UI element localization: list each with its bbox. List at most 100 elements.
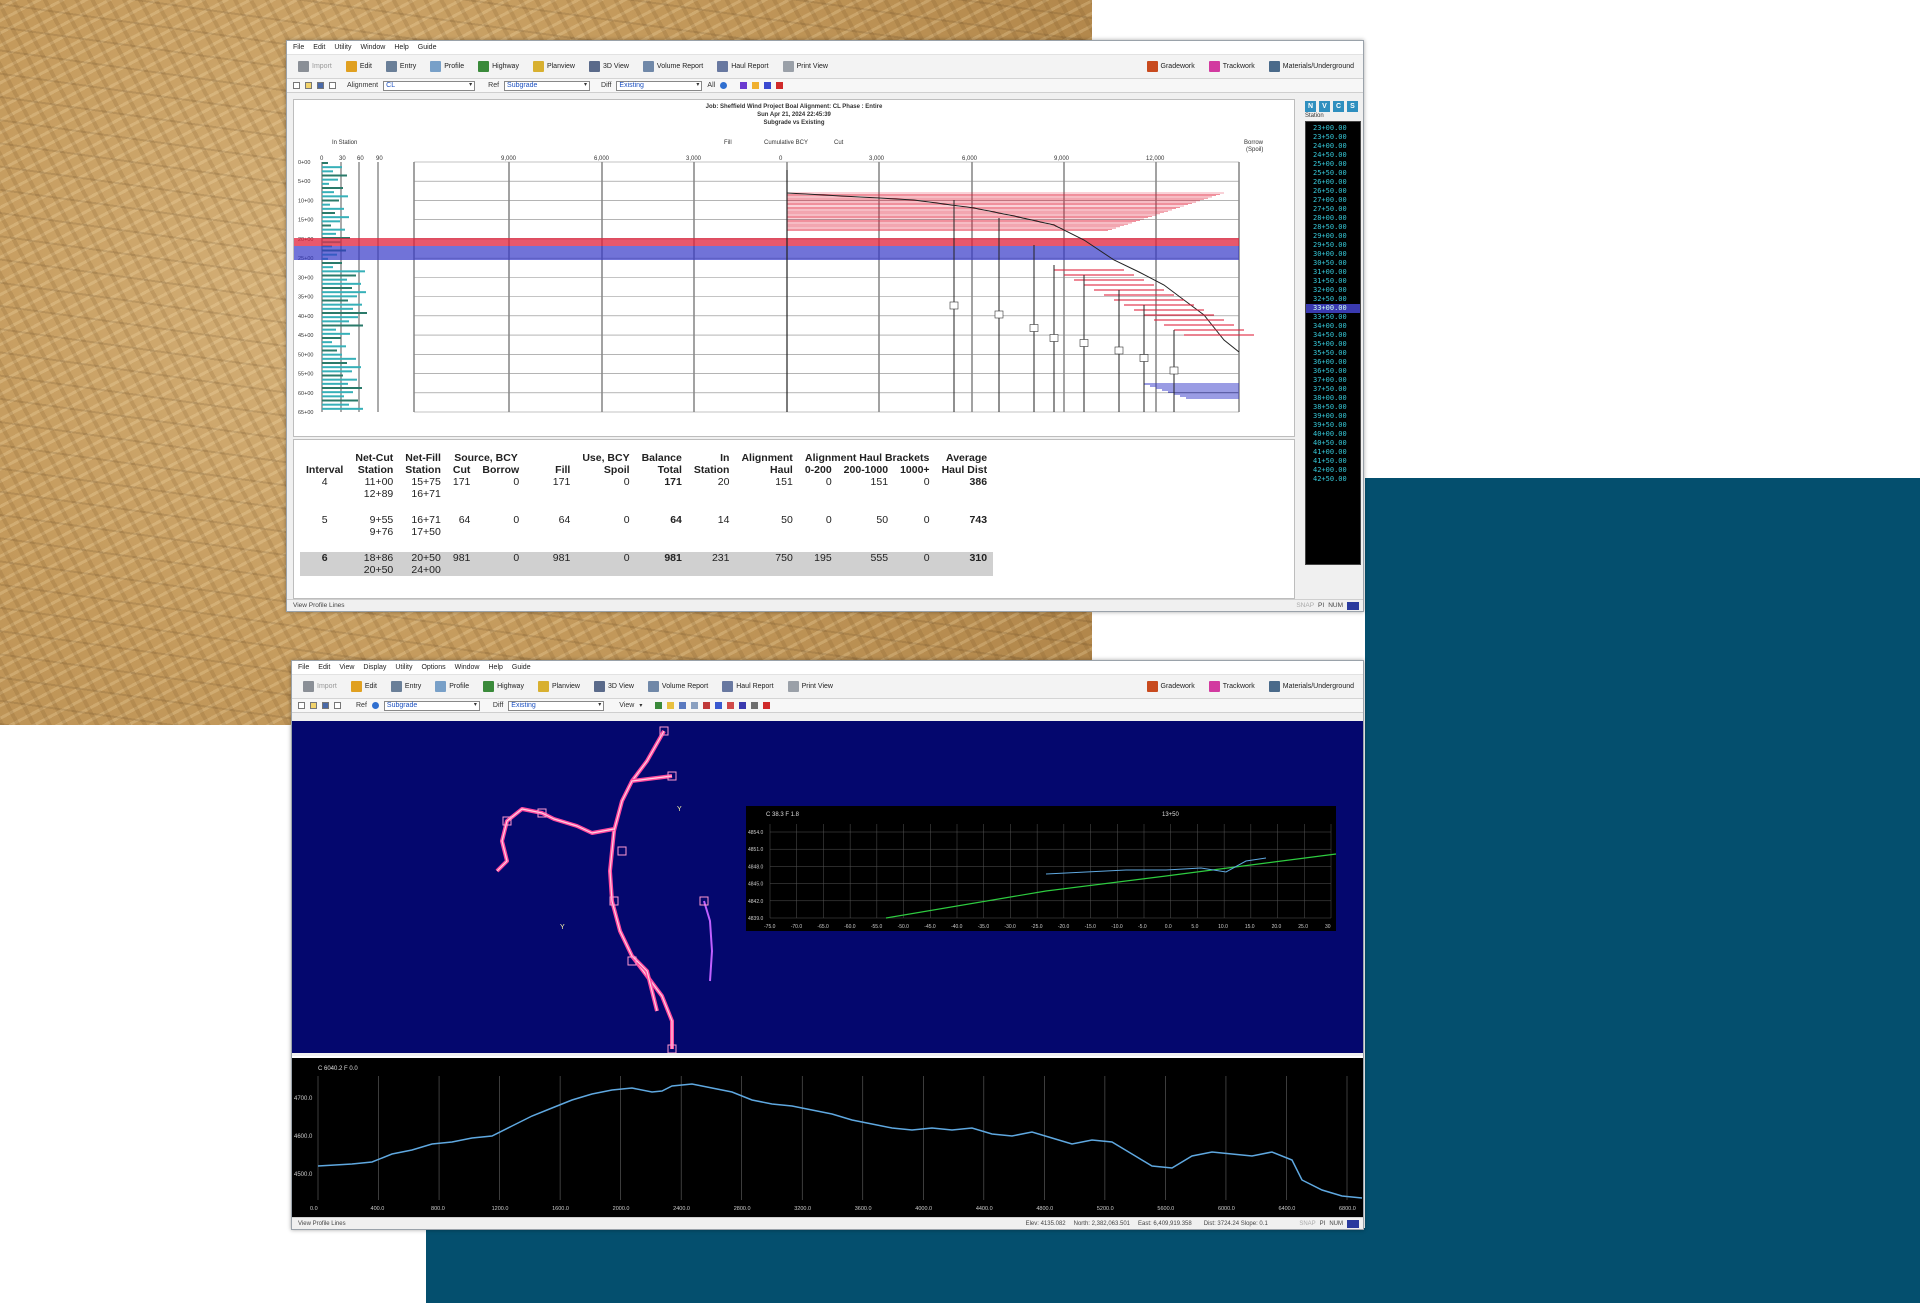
n-icon[interactable]: N xyxy=(1305,100,1316,112)
highway-button[interactable]: Highway xyxy=(473,58,524,76)
menu-item[interactable]: Options xyxy=(421,664,445,671)
menu-item[interactable]: File xyxy=(293,44,304,51)
plan-view[interactable]: Y Y C 38.3 F 1.8 13+50 4854.0 4851.0 4848.0 484… xyxy=(292,721,1363,1054)
save-icon[interactable] xyxy=(322,702,329,709)
materials-underground-button[interactable]: Materials/Underground xyxy=(1264,678,1359,696)
print-view-button[interactable]: Print View xyxy=(783,678,838,696)
station-item[interactable]: 26+50.00 xyxy=(1306,187,1360,196)
settings-icon[interactable] xyxy=(751,702,759,709)
haul-report-button[interactable]: Haul Report xyxy=(717,678,778,696)
gradework-button[interactable]: Gradework xyxy=(1142,678,1200,696)
import-button[interactable]: Import xyxy=(298,678,342,696)
measure-icon[interactable] xyxy=(715,702,723,709)
station-item[interactable]: 35+50.00 xyxy=(1306,349,1360,358)
info-icon[interactable] xyxy=(371,702,379,709)
3d-view-button[interactable]: 3D View xyxy=(589,678,639,696)
trackwork-button[interactable]: Trackwork xyxy=(1204,678,1260,696)
color-swatch-icon[interactable] xyxy=(752,82,760,89)
trackwork-button[interactable]: Trackwork xyxy=(1204,58,1260,76)
planview-button[interactable]: Planview xyxy=(528,58,580,76)
station-item[interactable]: 38+00.00 xyxy=(1306,394,1360,403)
ref-select[interactable]: Subgrade ▾ xyxy=(383,700,480,711)
station-item[interactable]: 35+00.00 xyxy=(1306,340,1360,349)
c-icon[interactable]: C xyxy=(1333,100,1344,112)
menu-item[interactable]: Help xyxy=(394,44,408,51)
table-row[interactable]: 5 9+55 16+71 64 0 64 0 64 14 50 0 50 0 7… xyxy=(300,514,993,526)
materials-underground-button[interactable]: Materials/Underground xyxy=(1264,58,1359,76)
save-icon[interactable] xyxy=(317,82,324,89)
grid-icon[interactable] xyxy=(739,702,747,709)
menu-item[interactable]: Help xyxy=(489,664,503,671)
v-icon[interactable]: V xyxy=(1319,100,1330,112)
station-item[interactable]: 39+00.00 xyxy=(1306,412,1360,421)
edit-button[interactable]: Edit xyxy=(346,678,382,696)
profile-button[interactable]: Profile xyxy=(425,58,469,76)
new-file-icon[interactable] xyxy=(293,82,300,89)
print-icon[interactable] xyxy=(329,82,336,89)
menu-item[interactable]: Edit xyxy=(313,44,325,51)
haul-report-button[interactable]: Haul Report xyxy=(712,58,773,76)
table-row[interactable]: 4 11+00 15+75 171 0 171 0 171 20 151 0 1… xyxy=(300,476,993,488)
station-item[interactable]: 37+50.00 xyxy=(1306,385,1360,394)
menu-item[interactable]: Window xyxy=(455,664,480,671)
edit-button[interactable]: Edit xyxy=(341,58,377,76)
station-item[interactable]: 25+00.00 xyxy=(1306,160,1360,169)
highway-button[interactable]: Highway xyxy=(478,678,529,696)
station-item[interactable]: 31+00.00 xyxy=(1306,268,1360,277)
station-item[interactable]: 24+00.00 xyxy=(1306,142,1360,151)
menu-item[interactable]: Utility xyxy=(334,44,351,51)
station-item[interactable]: 27+50.00 xyxy=(1306,205,1360,214)
station-item[interactable]: 23+50.00 xyxy=(1306,133,1360,142)
alignment-select[interactable]: CL ▾ xyxy=(383,80,476,91)
station-item[interactable]: 23+00.00 xyxy=(1306,124,1360,133)
profile-button[interactable]: Profile xyxy=(430,678,474,696)
station-item[interactable]: 40+00.00 xyxy=(1306,430,1360,439)
pan-icon[interactable] xyxy=(691,702,699,709)
view-label[interactable]: View xyxy=(619,702,634,709)
menu-item[interactable]: Display xyxy=(363,664,386,671)
close-view-icon[interactable] xyxy=(763,702,771,709)
station-item[interactable]: 41+50.00 xyxy=(1306,457,1360,466)
menu-item[interactable]: View xyxy=(339,664,354,671)
station-item[interactable]: 33+00.00 xyxy=(1306,304,1360,313)
station-item[interactable]: 41+00.00 xyxy=(1306,448,1360,457)
station-item[interactable]: 39+50.00 xyxy=(1306,421,1360,430)
zoom-extents-icon[interactable] xyxy=(655,702,663,709)
diff-select[interactable]: Existing ▾ xyxy=(616,80,703,91)
station-item[interactable]: 30+50.00 xyxy=(1306,259,1360,268)
import-button[interactable]: Import xyxy=(293,58,337,76)
station-item[interactable]: 32+00.00 xyxy=(1306,286,1360,295)
station-item[interactable]: 32+50.00 xyxy=(1306,295,1360,304)
station-item[interactable]: 38+50.00 xyxy=(1306,403,1360,412)
entry-button[interactable]: Entry xyxy=(386,678,426,696)
close-report-icon[interactable] xyxy=(776,82,784,89)
station-item[interactable]: 28+00.00 xyxy=(1306,214,1360,223)
zoom-out-icon[interactable] xyxy=(679,702,687,709)
chevron-down-icon[interactable]: ▾ xyxy=(639,702,642,709)
menu-item[interactable]: Edit xyxy=(318,664,330,671)
station-item[interactable]: 27+00.00 xyxy=(1306,196,1360,205)
station-item[interactable]: 42+50.00 xyxy=(1306,475,1360,484)
print-view-button[interactable]: Print View xyxy=(778,58,833,76)
ref-select[interactable]: Subgrade ▾ xyxy=(504,80,591,91)
print-icon[interactable] xyxy=(334,702,341,709)
info-icon[interactable] xyxy=(720,82,728,89)
station-item[interactable]: 33+50.00 xyxy=(1306,313,1360,322)
entry-button[interactable]: Entry xyxy=(381,58,421,76)
s-icon[interactable]: S xyxy=(1347,100,1358,112)
layers-icon[interactable] xyxy=(727,702,735,709)
station-list[interactable]: 23+00.00 23+50.00 24+00.00 24+50.00 25+00.00… xyxy=(1305,121,1361,565)
gradework-button[interactable]: Gradework xyxy=(1142,58,1200,76)
color-swatch-icon[interactable] xyxy=(740,82,748,89)
volume-report-button[interactable]: Volume Report xyxy=(643,678,713,696)
open-folder-icon[interactable] xyxy=(310,702,317,709)
new-file-icon[interactable] xyxy=(298,702,305,709)
3d-view-button[interactable]: 3D View xyxy=(584,58,634,76)
station-item[interactable]: 36+00.00 xyxy=(1306,358,1360,367)
menu-item[interactable]: Utility xyxy=(395,664,412,671)
station-item[interactable]: 36+50.00 xyxy=(1306,367,1360,376)
station-item[interactable]: 26+00.00 xyxy=(1306,178,1360,187)
menu-item[interactable]: Guide xyxy=(512,664,531,671)
station-item[interactable]: 42+00.00 xyxy=(1306,466,1360,475)
station-item[interactable]: 34+00.00 xyxy=(1306,322,1360,331)
